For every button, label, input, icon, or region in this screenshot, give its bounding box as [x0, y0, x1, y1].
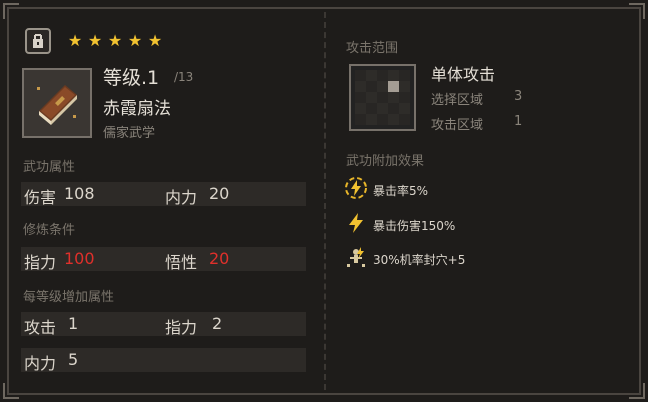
req-value: 100	[64, 249, 95, 268]
per-level-label: 内力	[24, 354, 57, 373]
attr-value: 20	[209, 184, 230, 203]
attributes-title: 武功属性	[23, 160, 76, 175]
per-level-value: 2	[212, 314, 223, 333]
range-cell	[377, 81, 388, 92]
frame-corner	[629, 3, 645, 19]
attr-value: 108	[64, 184, 95, 203]
select-area-value: 3	[514, 89, 523, 104]
select-area-label: 选择区域	[431, 93, 484, 108]
star-icon: ★	[147, 31, 163, 50]
range-cell	[366, 70, 377, 81]
range-cell	[366, 92, 377, 103]
range-cell	[377, 70, 388, 81]
range-cell	[377, 103, 388, 114]
req-label: 悟性	[165, 253, 198, 272]
lightning-glyph	[349, 213, 363, 233]
acupoint-seal-icon	[344, 245, 368, 269]
requirements-title: 修炼条件	[23, 223, 76, 238]
per-level-label: 指力	[165, 318, 198, 337]
star-icon: ★	[67, 31, 83, 50]
range-type: 单体攻击	[431, 65, 496, 84]
range-cell-target	[388, 81, 399, 92]
range-cell	[399, 92, 410, 103]
per-level-row: 攻击 1 指力 2	[21, 312, 306, 337]
requirements-row: 指力 100 悟性 20	[21, 247, 306, 272]
lightning-icon	[344, 211, 368, 235]
range-cell	[355, 81, 366, 92]
per-level-value: 1	[68, 314, 79, 333]
range-cell	[377, 92, 388, 103]
column-divider	[324, 12, 326, 390]
lock-badge-icon[interactable]	[25, 28, 51, 54]
range-cell	[399, 70, 410, 81]
range-cell	[388, 103, 399, 114]
range-cell	[388, 70, 399, 81]
range-cell	[399, 114, 410, 125]
range-cell	[388, 92, 399, 103]
per-level-row: 内力 5	[21, 348, 306, 373]
crit-rate-glyph	[345, 177, 367, 199]
skill-book-icon	[22, 68, 92, 138]
range-grid	[355, 70, 410, 125]
skill-level: 等级.1	[103, 67, 160, 89]
range-cell	[355, 114, 366, 125]
crit-rate-icon	[344, 176, 368, 200]
range-cell	[366, 81, 377, 92]
per-level-label: 攻击	[24, 318, 57, 337]
per-level-value: 5	[68, 350, 79, 369]
attr-label: 伤害	[24, 188, 57, 207]
range-cell	[355, 70, 366, 81]
range-cell	[355, 92, 366, 103]
range-cell	[366, 114, 377, 125]
attr-label: 内力	[165, 188, 198, 207]
rating-stars: ★ ★ ★ ★ ★	[66, 32, 164, 50]
range-cell	[399, 103, 410, 114]
skill-level-max: /13	[174, 70, 194, 84]
range-title: 攻击范围	[346, 41, 399, 56]
effect-text: 暴击率5%	[373, 184, 429, 198]
range-cell	[399, 81, 410, 92]
effect-text: 暴击伤害150%	[373, 219, 456, 233]
attack-area-label: 攻击区域	[431, 118, 484, 133]
attack-area-value: 1	[514, 114, 523, 129]
range-cell	[366, 103, 377, 114]
star-icon: ★	[107, 31, 123, 50]
effects-title: 武功附加效果	[346, 154, 425, 169]
lock-icon	[33, 34, 43, 48]
range-cell	[377, 114, 388, 125]
skill-name: 赤霞扇法	[103, 99, 171, 119]
effect-text: 30%机率封穴+5	[373, 253, 466, 267]
skill-school: 儒家武学	[103, 126, 156, 141]
star-icon: ★	[87, 31, 103, 50]
req-label: 指力	[24, 253, 57, 272]
frame-corner	[629, 383, 645, 399]
frame-corner	[3, 383, 19, 399]
book-icon	[37, 85, 77, 125]
skill-detail-panel: ★ ★ ★ ★ ★ 等级.1 /13 赤霞扇法 儒家武学 武功属性 伤害 108…	[0, 0, 648, 402]
range-grid-preview	[349, 64, 416, 131]
per-level-title: 每等级增加属性	[23, 290, 115, 305]
star-icon: ★	[127, 31, 143, 50]
req-value: 20	[209, 249, 230, 268]
attributes-row: 伤害 108 内力 20	[21, 182, 306, 207]
range-cell	[388, 114, 399, 125]
acupoint-glyph	[347, 247, 365, 267]
range-cell	[355, 103, 366, 114]
frame-corner	[3, 3, 19, 19]
